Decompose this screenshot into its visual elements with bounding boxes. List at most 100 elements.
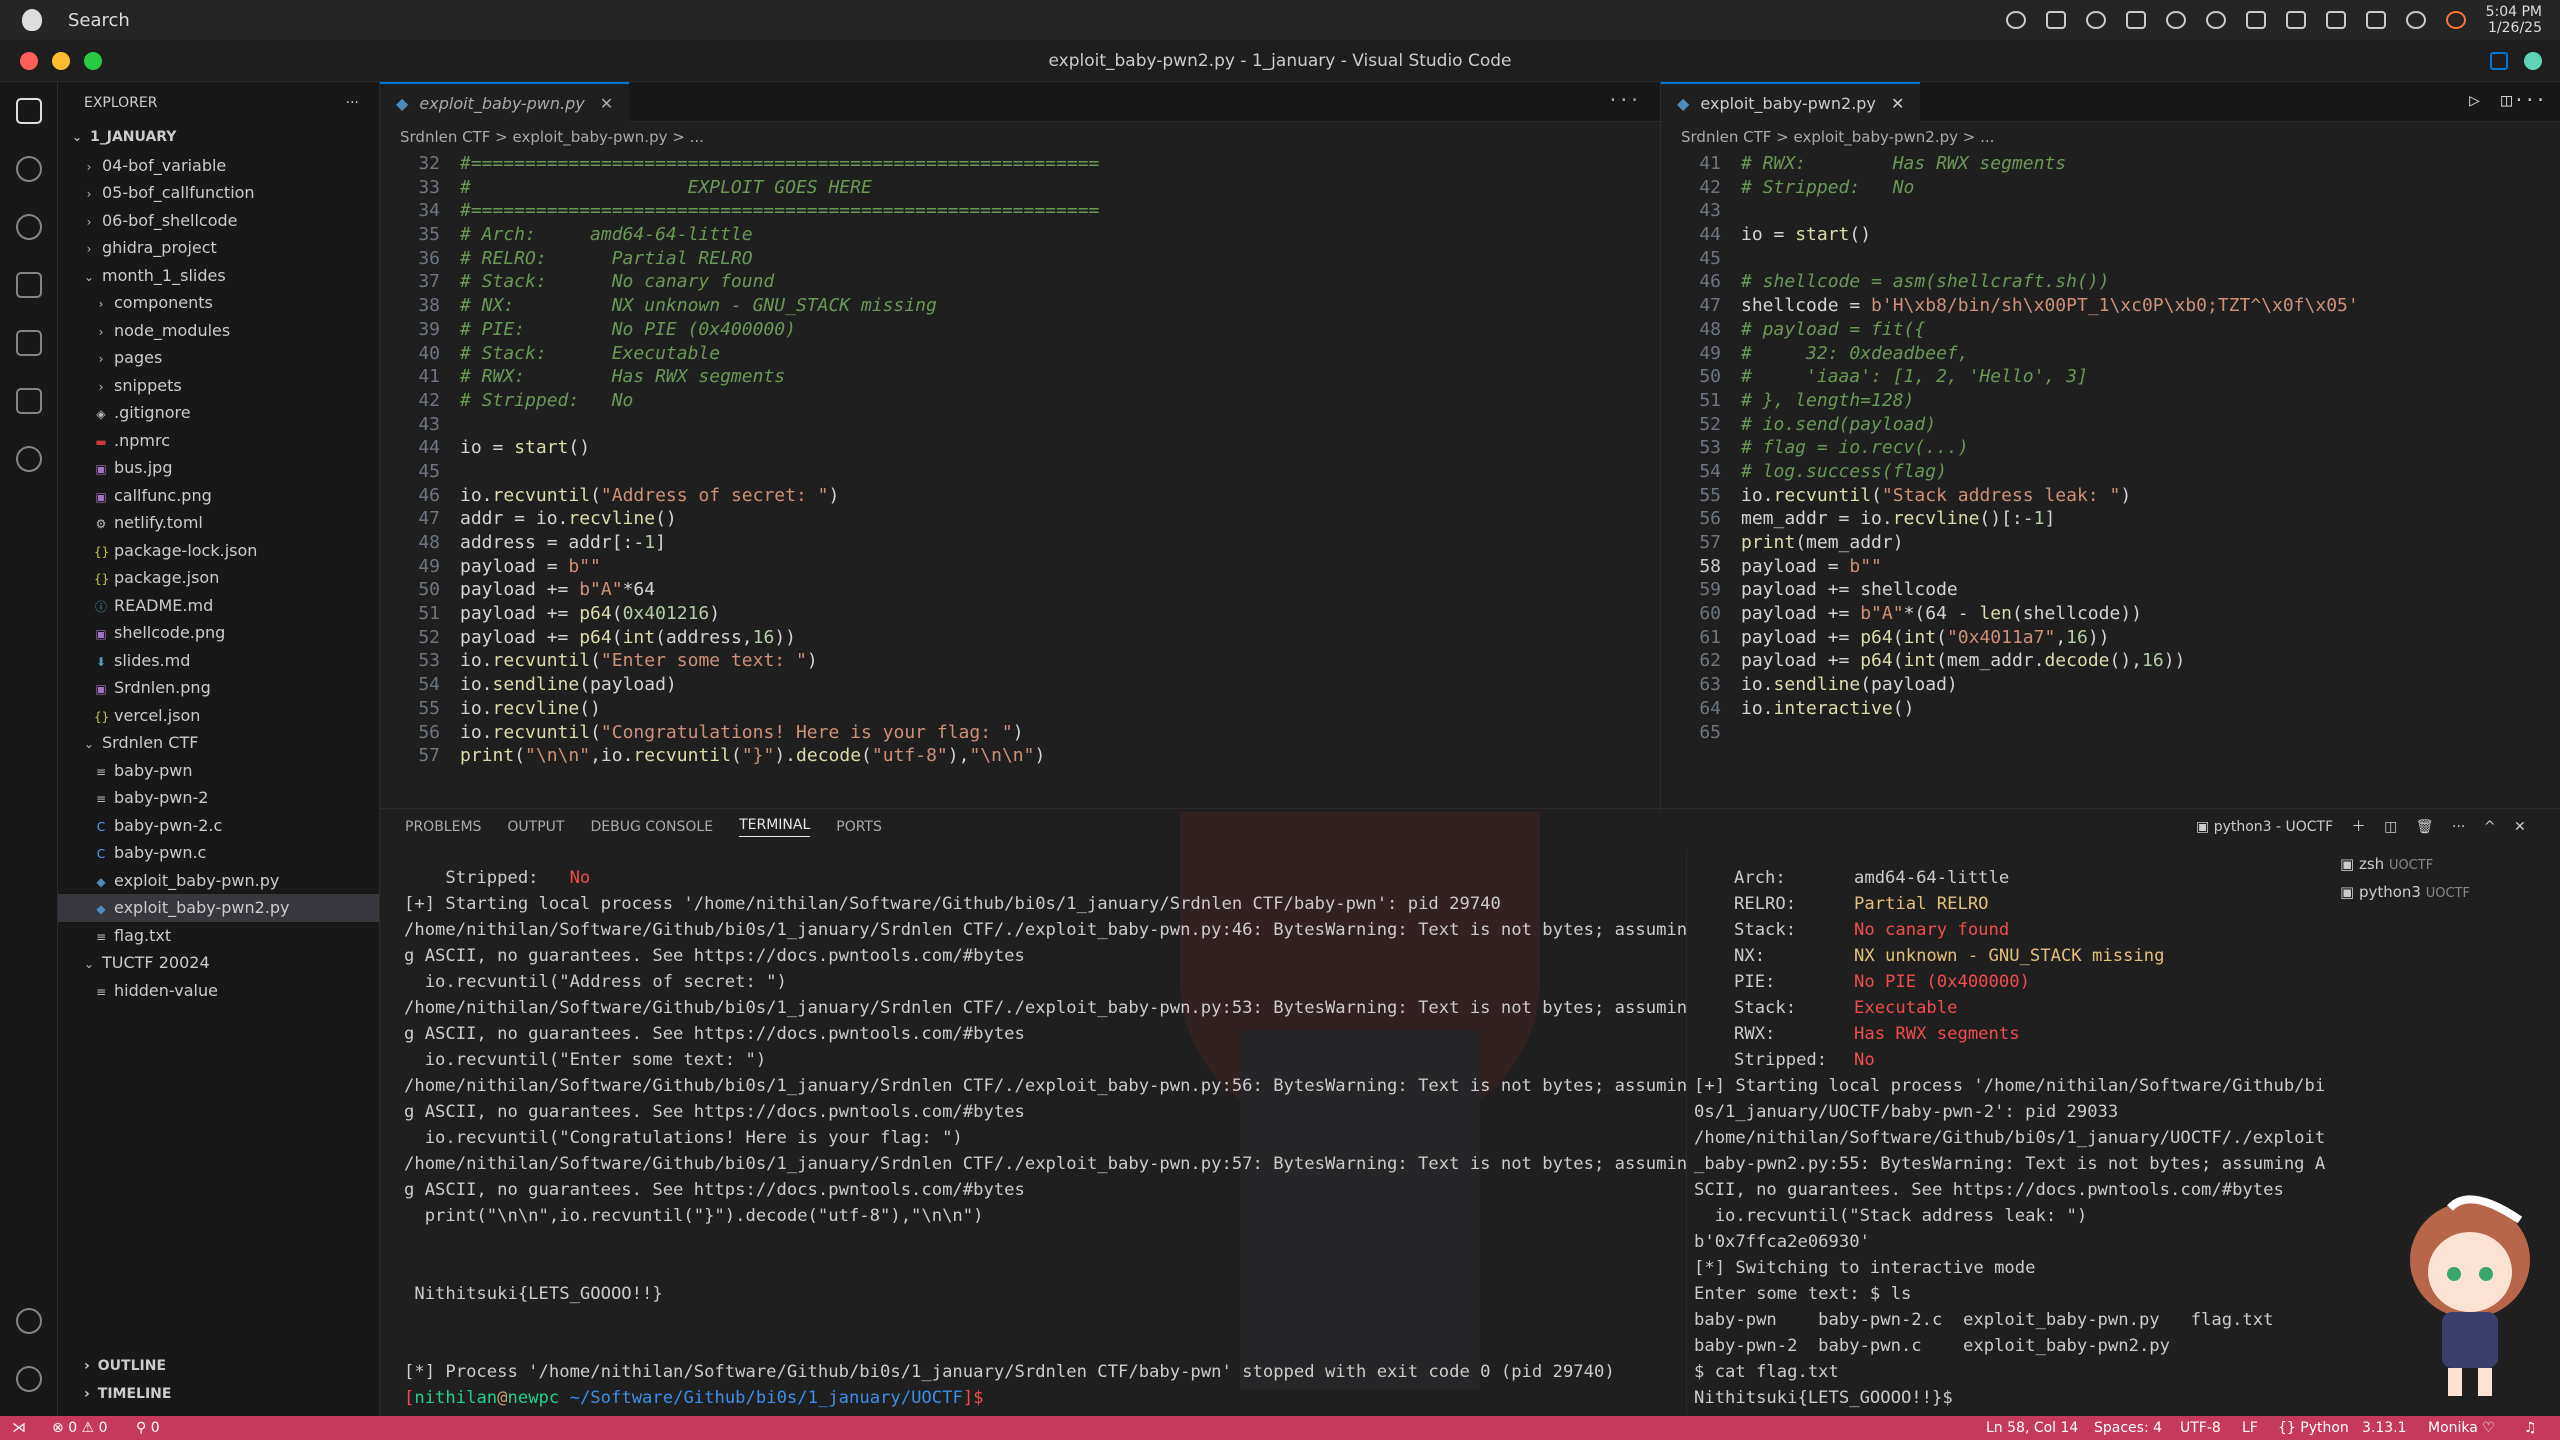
terminal-left[interactable]: Stripped: No [+] Starting local process '… [404,865,1687,1413]
tree-item[interactable]: ▣ callfunc.png [58,482,379,510]
code-line[interactable]: 38 # NX: NX unknown - GNU_STACK missing [380,294,1660,318]
breadcrumb[interactable]: Srdnlen CTF > exploit_baby-pwn.py > ... [380,122,1660,152]
code-line[interactable]: 60 payload += b"A"*(64 - len(shellcode)) [1661,602,2560,626]
code-line[interactable]: 58 payload = b"" [1661,555,2560,579]
testing-icon[interactable] [0,372,58,430]
maximize-window-button[interactable] [84,52,102,70]
panel-tab[interactable]: PORTS [836,819,882,835]
code-line[interactable]: 52 # io.send(payload) [1661,413,2560,437]
terminal-right[interactable]: Arch: amd64-64-little RELRO: Partial RELRO S… [1694,865,2334,1413]
panel-tab[interactable]: DEBUG CONSOLE [590,819,713,835]
breadcrumb[interactable]: Srdnlen CTF > exploit_baby-pwn2.py > ... [1661,122,2560,152]
code-line[interactable]: 39 # PIE: No PIE (0x400000) [380,318,1660,342]
tree-item[interactable]: ⌄ month_1_slides [58,262,379,290]
code-line[interactable]: 55 io.recvline() [380,697,1660,721]
extensions-icon[interactable] [0,314,58,372]
editor-more-button[interactable]: ··· [2513,90,2546,111]
code-line[interactable]: 49 payload = b"" [380,555,1660,579]
code-line[interactable]: 51 payload += p64(0x401216) [380,602,1660,626]
code-line[interactable]: 50 payload += b"A"*64 [380,578,1660,602]
terminal-prompt[interactable]: [nithilan@newpc ~/Software/Github/bi0s/1… [404,1385,1654,1411]
tree-item[interactable]: ⌄ TUCTF 20024 [58,949,379,977]
close-panel-icon[interactable]: ✕ [2514,819,2526,835]
clock[interactable]: 5:04 PM 1/26/25 [2486,4,2542,36]
code-line[interactable]: 33 # EXPLOIT GOES HERE [380,176,1660,200]
tree-item[interactable]: ▣ Srdnlen.png [58,674,379,702]
code-line[interactable]: 44 io = start() [380,436,1660,460]
tree-item[interactable]: › 05-bof_callfunction [58,179,379,207]
line-ending[interactable]: LF [2242,1416,2258,1440]
apple-logo-icon[interactable] [22,9,42,31]
terminal-title[interactable]: ▣ python3 - UOCTF ＋ ◫ 🗑 ··· ^ ✕ [2196,812,2526,842]
code-line[interactable]: 57 print("\n\n",io.recvuntil("}").decode(… [380,744,1660,768]
outline-section[interactable]: › OUTLINE [58,1352,380,1380]
tree-item[interactable]: ⓘ README.md [58,592,379,620]
tree-item[interactable]: › snippets [58,372,379,400]
code-line[interactable]: 46 io.recvuntil("Address of secret: ") [380,484,1660,508]
discord-icon[interactable] [2005,11,2026,29]
tree-item[interactable]: › pages [58,344,379,372]
chevron-down-icon[interactable] [2365,11,2386,29]
clipboard-icon[interactable] [2045,11,2066,29]
panel-tab[interactable]: OUTPUT [507,819,564,835]
brightness-icon[interactable] [2205,11,2226,29]
tree-item[interactable]: › 04-bof_variable [58,152,379,180]
code-line[interactable]: 35 # Arch: amd64-64-little [380,223,1660,247]
tree-item[interactable]: ▣ shellcode.png [58,619,379,647]
code-line[interactable]: 46 # shellcode = asm(shellcraft.sh()) [1661,270,2560,294]
bluetooth-icon[interactable] [2165,11,2186,29]
run-debug-icon[interactable] [0,256,58,314]
code-line[interactable]: 43 [380,413,1660,437]
code-line[interactable]: 47 addr = io.recvline() [380,507,1660,531]
tree-item[interactable]: {} package-lock.json [58,537,379,565]
tree-item[interactable]: › 06-bof_shellcode [58,207,379,235]
theme-indicator[interactable]: Monika ♡ [2428,1416,2495,1440]
tree-item[interactable]: › components [58,289,379,317]
tree-item[interactable]: ⌄ Srdnlen CTF [58,729,379,757]
editor-more-button[interactable]: ··· [1607,90,1640,111]
code-line[interactable]: 59 payload += shellcode [1661,578,2560,602]
tree-item[interactable]: ≡ baby-pwn [58,757,379,785]
search-icon[interactable] [0,140,58,198]
tree-item[interactable]: ⌄ 1_JANUARY [58,124,379,152]
code-line[interactable]: 36 # RELRO: Partial RELRO [380,247,1660,271]
split-terminal-icon[interactable]: ◫ [2384,819,2397,835]
code-line[interactable]: 45 [380,460,1660,484]
code-line[interactable]: 43 [1661,199,2560,223]
code-area-right[interactable]: 41 # RWX: Has RWX segments 42 # Stripped: N… [1661,152,2560,744]
trash-icon[interactable]: 🗑 [2416,819,2434,835]
tree-item[interactable]: ≡ hidden-value [58,977,379,1005]
copilot-icon[interactable] [2524,52,2542,70]
tree-item[interactable]: ≡ flag.txt [58,922,379,950]
shield-icon[interactable] [2245,11,2266,29]
tree-item[interactable]: ▣ bus.jpg [58,454,379,482]
code-line[interactable]: 44 io = start() [1661,223,2560,247]
tree-item[interactable]: {} vercel.json [58,702,379,730]
ports-indicator[interactable]: ⚲ 0 [136,1416,160,1440]
search-icon[interactable] [2405,11,2426,29]
code-area-left[interactable]: 32 #=====================================… [380,152,1660,768]
account-icon[interactable] [0,1292,58,1350]
tree-item[interactable]: ⚙ netlify.toml [58,509,379,537]
code-line[interactable]: 55 io.recvuntil("Stack address leak: ") [1661,484,2560,508]
tree-item[interactable]: ◆ exploit_baby-pwn2.py [58,894,379,922]
code-line[interactable]: 56 mem_addr = io.recvline()[:-1] [1661,507,2560,531]
panel-more-icon[interactable]: ··· [2452,819,2465,835]
code-line[interactable]: 41 # RWX: Has RWX segments [380,365,1660,389]
add-terminal-icon[interactable]: ＋ [2352,819,2366,835]
remote-icon[interactable]: ⋊ [12,1416,26,1440]
source-control-icon[interactable] [0,198,58,256]
terminal-list-item[interactable]: ▣ python3 UOCTF [2340,878,2550,906]
panel-tab[interactable]: PROBLEMS [405,819,481,835]
problems-indicator[interactable]: ⊗ 0 ⚠ 0 [52,1416,107,1440]
tree-item[interactable]: ◆ exploit_baby-pwn.py [58,867,379,895]
language-mode[interactable]: {} Python [2278,1416,2349,1440]
tree-item[interactable]: ≡ baby-pwn-2 [58,784,379,812]
wifi-off-icon[interactable] [2325,11,2346,29]
remote-explorer-icon[interactable] [0,430,58,488]
battery-icon[interactable] [2285,11,2306,29]
maximize-panel-icon[interactable]: ^ [2484,819,2496,835]
code-line[interactable]: 51 # }, length=128) [1661,389,2560,413]
tab-exploit-baby-pwn2[interactable]: ◆ exploit_baby-pwn2.py ✕ [1661,82,1921,122]
tree-item[interactable]: › node_modules [58,317,379,345]
